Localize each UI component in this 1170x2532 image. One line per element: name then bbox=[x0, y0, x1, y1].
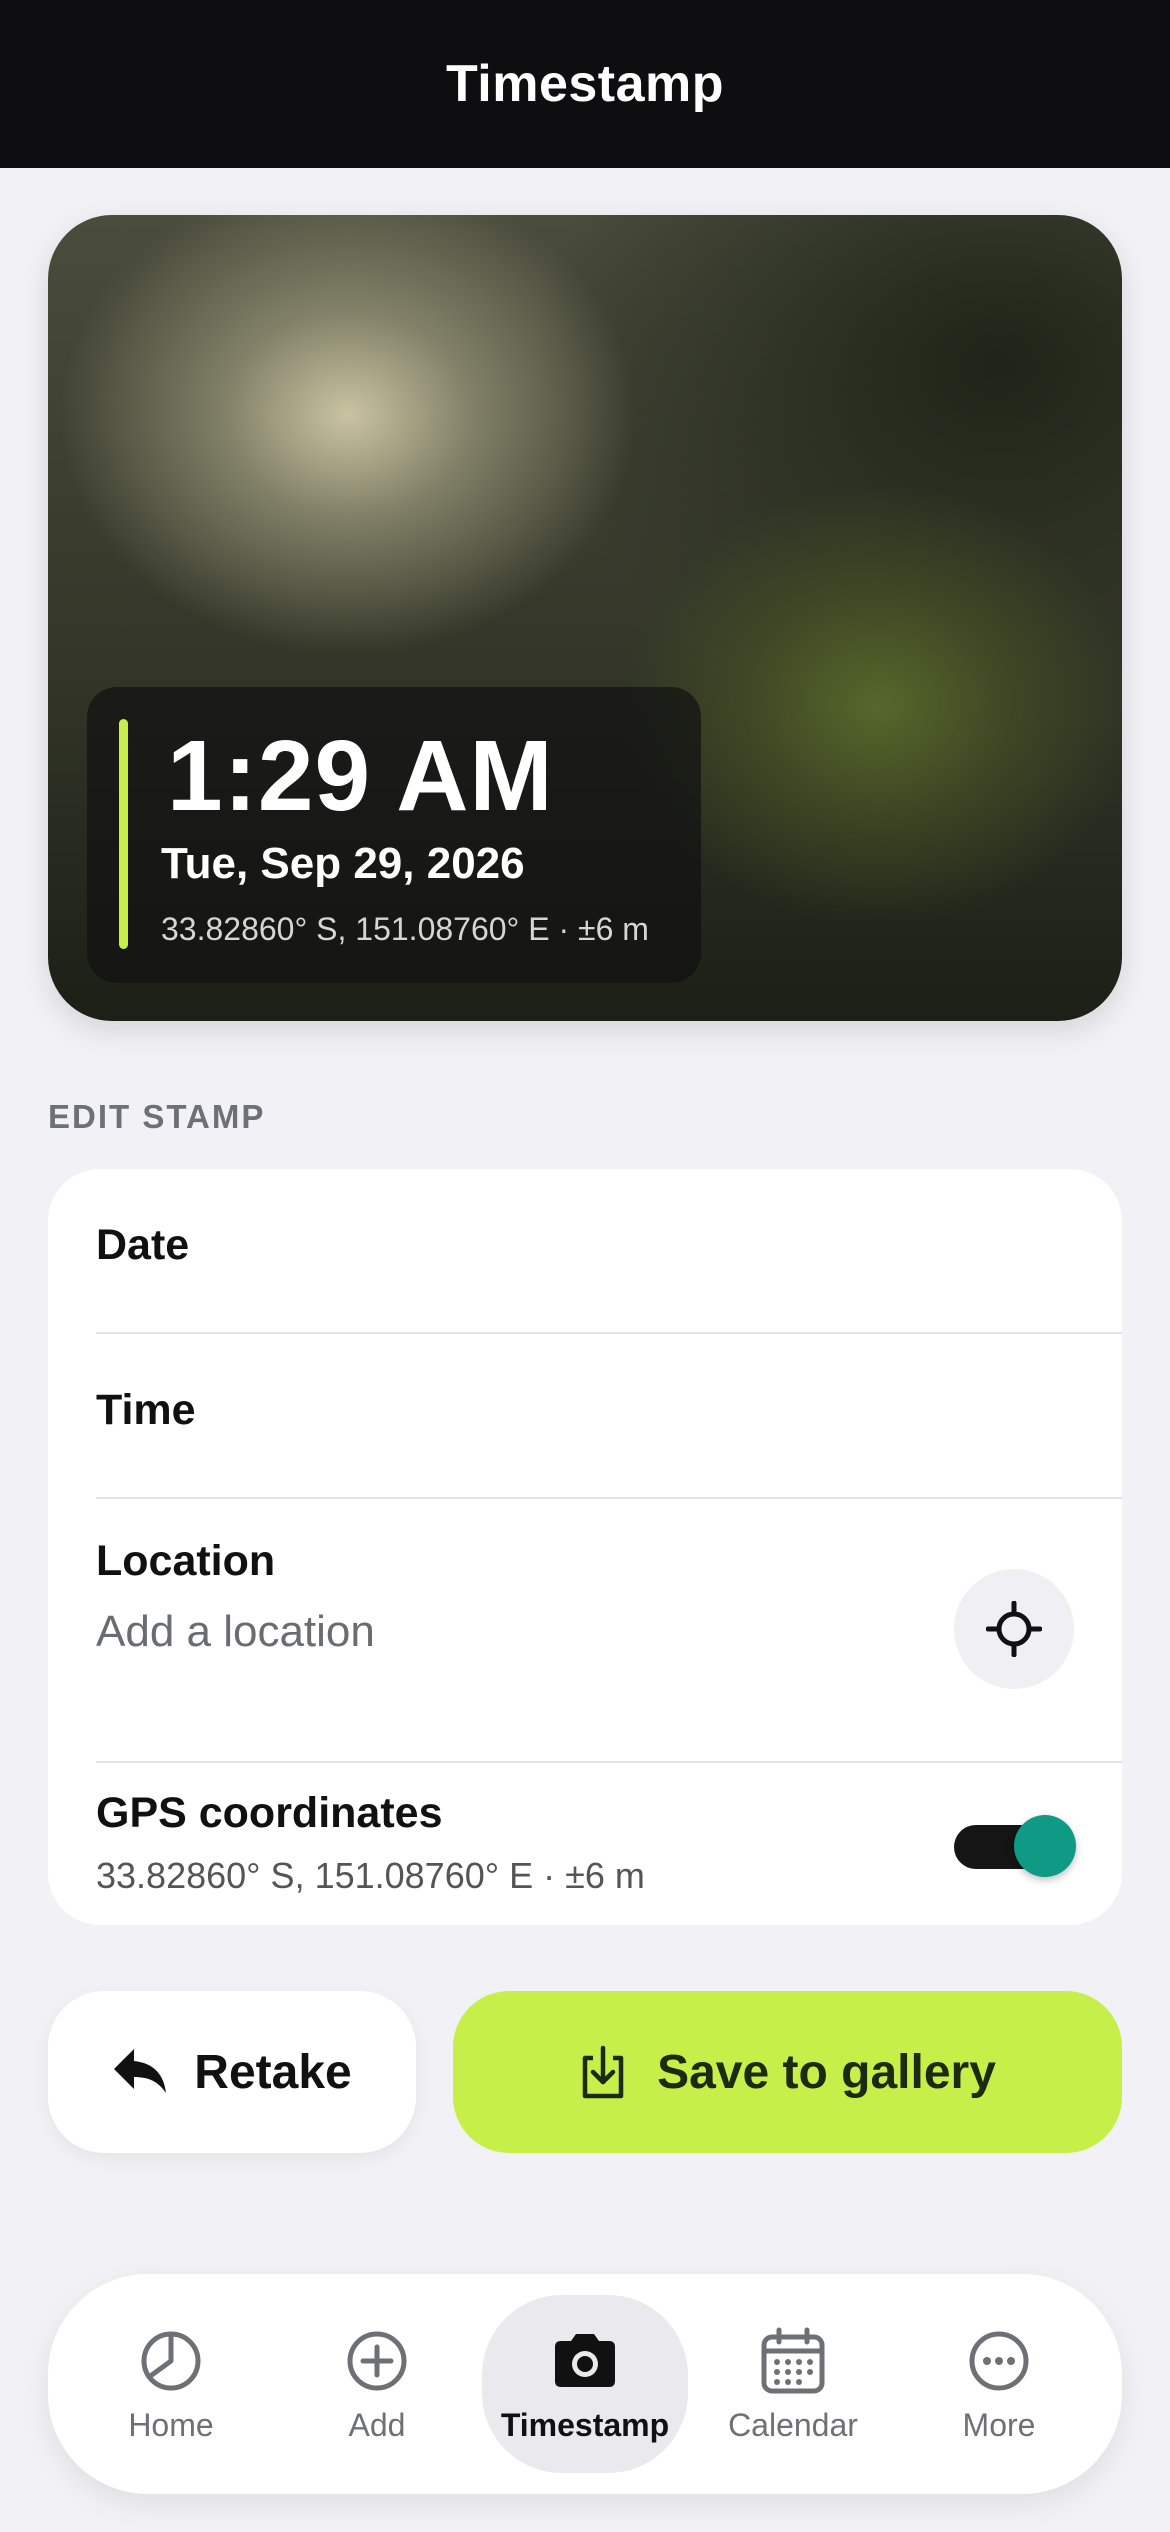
tab-more[interactable]: More bbox=[896, 2295, 1102, 2473]
location-label: Location bbox=[96, 1537, 276, 1585]
timestamp-overlay: 1:29 AM Tue, Sep 29, 2026 33.82860° S, 1… bbox=[87, 687, 701, 983]
tab-home[interactable]: Home bbox=[68, 2295, 274, 2473]
stamp-coordinates: 33.82860° S, 151.08760° E · ±6 m bbox=[161, 911, 649, 947]
time-label: Time bbox=[96, 1386, 196, 1434]
save-to-gallery-button[interactable]: Save to gallery bbox=[453, 1991, 1122, 2153]
date-label: Date bbox=[96, 1221, 190, 1269]
more-icon bbox=[969, 2331, 1029, 2390]
locate-button[interactable] bbox=[954, 1569, 1074, 1689]
tab-calendar[interactable]: Calendar bbox=[690, 2295, 896, 2473]
gps-toggle[interactable] bbox=[954, 1815, 1076, 1877]
calendar-icon bbox=[761, 2327, 825, 2393]
plus-circle-icon bbox=[347, 2331, 407, 2390]
location-row: Location bbox=[96, 1499, 1122, 1763]
crosshair-icon bbox=[986, 1601, 1042, 1657]
gps-label: GPS coordinates bbox=[96, 1789, 443, 1837]
reply-arrow-icon bbox=[114, 2049, 167, 2093]
section-label-edit-stamp: EDIT STAMP bbox=[48, 1098, 266, 1135]
save-label: Save to gallery bbox=[657, 2045, 996, 2099]
retake-button[interactable]: Retake bbox=[48, 1991, 416, 2153]
gps-coordinates: 33.82860° S, 151.08760° E · ±6 m bbox=[96, 1855, 645, 1896]
tab-label: More bbox=[962, 2406, 1036, 2443]
page-title: Timestamp bbox=[445, 55, 725, 113]
pie-chart-icon bbox=[141, 2331, 201, 2390]
accent-bar bbox=[119, 719, 128, 949]
photo-preview: 1:29 AM Tue, Sep 29, 2026 33.82860° S, 1… bbox=[48, 215, 1122, 1021]
tab-label: Timestamp bbox=[500, 2406, 670, 2443]
bottom-tab-bar: Home Add Timestamp Calendar More bbox=[48, 2274, 1122, 2494]
retake-label: Retake bbox=[194, 2045, 352, 2099]
camera-icon bbox=[555, 2333, 615, 2387]
gps-row: GPS coordinates 33.82860° S, 151.08760° … bbox=[96, 1763, 1122, 1925]
time-row[interactable]: Time bbox=[96, 1334, 1122, 1499]
tab-timestamp[interactable]: Timestamp bbox=[482, 2295, 688, 2473]
date-row[interactable]: Date bbox=[96, 1169, 1122, 1334]
download-icon bbox=[582, 2045, 624, 2099]
tab-label: Home bbox=[128, 2406, 214, 2443]
tab-label: Add bbox=[348, 2406, 406, 2443]
location-input[interactable] bbox=[96, 1607, 896, 1657]
toggle-knob bbox=[1014, 1815, 1076, 1877]
stamp-time: 1:29 AM bbox=[167, 720, 554, 832]
header-bar: Timestamp bbox=[0, 0, 1170, 168]
tab-label: Calendar bbox=[728, 2406, 858, 2443]
stamp-date: Tue, Sep 29, 2026 bbox=[161, 839, 525, 888]
tab-add[interactable]: Add bbox=[274, 2295, 480, 2473]
edit-stamp-card: Date Time Location GPS coordinates 33.82… bbox=[48, 1169, 1122, 1925]
